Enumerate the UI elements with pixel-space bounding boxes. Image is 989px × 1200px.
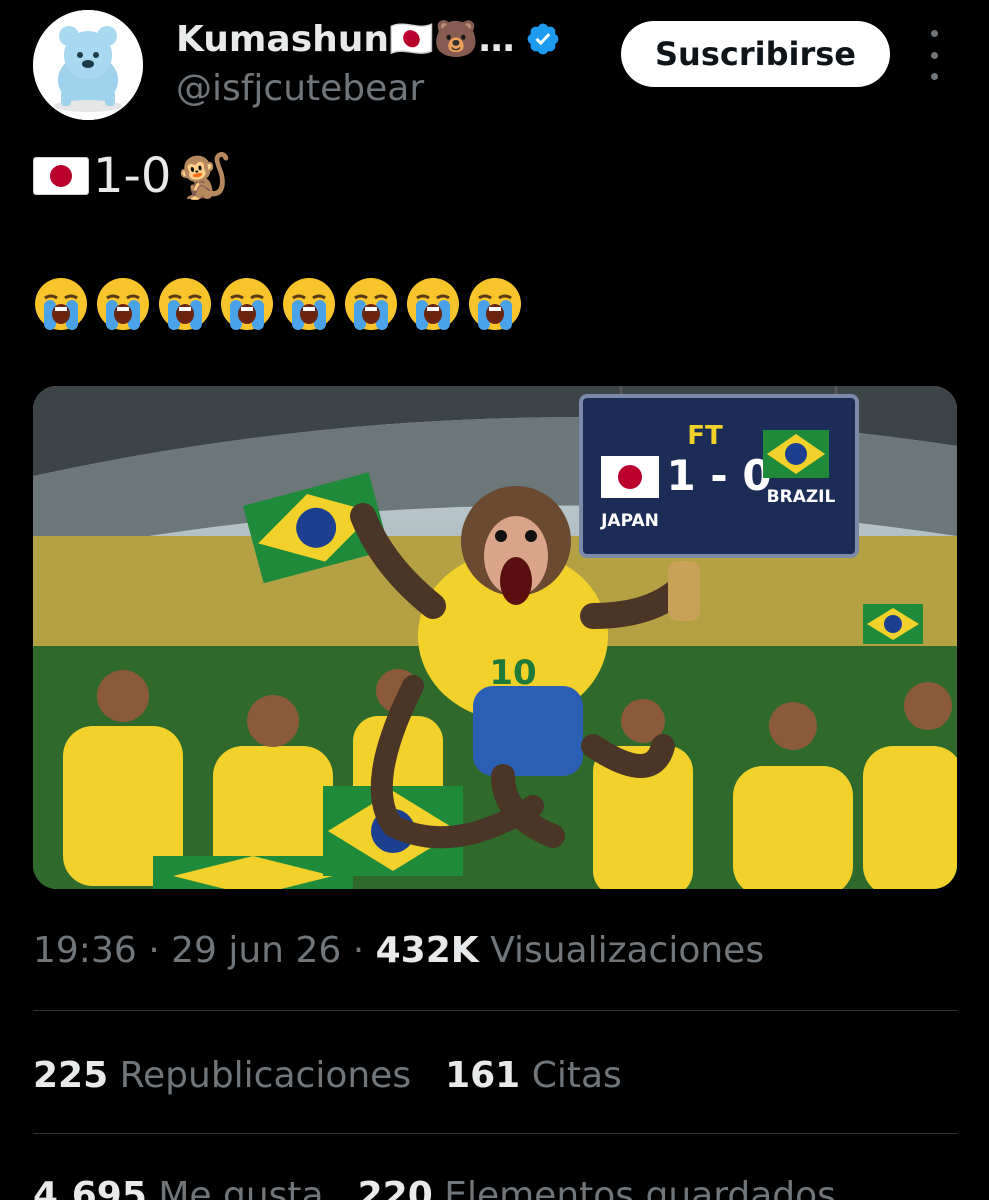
loudly-crying-face-icon [407, 278, 459, 330]
scoreboard-away-team: BRAZIL [767, 487, 836, 507]
stats-row-1: 225 Republicaciones 161 Citas [33, 1055, 622, 1096]
loudly-crying-face-icon [97, 278, 149, 330]
monkey-celebration-image: 10 FT 1 - 0 JAPAN BRAZIL [33, 386, 957, 889]
bookmarks-stat[interactable]: 220 Elementos guardados [358, 1175, 836, 1200]
reposts-label: Republicaciones [119, 1055, 412, 1096]
loudly-crying-face-icon [345, 278, 397, 330]
crying-emoji-row [33, 276, 523, 332]
likes-label: Me gusta [158, 1175, 324, 1200]
jersey-number: 10 [489, 653, 536, 693]
loudly-crying-face-icon [35, 278, 87, 330]
loudly-crying-face-icon [159, 278, 211, 330]
quotes-stat[interactable]: 161 Citas [445, 1055, 622, 1096]
more-options-icon[interactable] [920, 30, 948, 80]
loudly-crying-face-icon [221, 278, 273, 330]
scoreboard-home-team: JAPAN [600, 511, 659, 531]
divider [33, 1133, 957, 1134]
likes-stat[interactable]: 4.695 Me gusta [33, 1175, 324, 1200]
tweet-meta: 19:36 · 29 jun 26 · 432K Visualizaciones [33, 930, 764, 971]
avatar[interactable] [33, 10, 143, 120]
subscribe-button[interactable]: Suscribirse [621, 21, 890, 87]
reposts-count: 225 [33, 1055, 109, 1096]
quotes-label: Citas [531, 1055, 622, 1096]
tweet-text-line1: 1-0 🐒 [33, 148, 232, 204]
scoreboard-score: 1 - 0 [666, 451, 771, 500]
bookmarks-count: 220 [357, 1175, 433, 1200]
tweet-score-text: 1-0 [93, 148, 172, 204]
views-count: 432K [375, 930, 479, 971]
bookmarks-label: Elementos guardados [444, 1175, 836, 1200]
author-name[interactable]: Kumashun🇯🇵🐻… [176, 18, 515, 60]
author-name-row[interactable]: Kumashun🇯🇵🐻… [176, 18, 561, 60]
likes-count: 4.695 [33, 1175, 147, 1200]
author-handle[interactable]: @isfjcutebear [176, 68, 424, 109]
tweet-time[interactable]: 19:36 [33, 930, 137, 971]
scoreboard-status: FT [687, 421, 723, 451]
views-label: Visualizaciones [490, 930, 765, 971]
monkey-emoji-icon: 🐒 [177, 151, 233, 202]
loudly-crying-face-icon [469, 278, 521, 330]
japan-flag-icon [33, 157, 89, 195]
stats-row-2: 4.695 Me gusta 220 Elementos guardados [33, 1175, 836, 1200]
meta-separator: · [352, 930, 365, 971]
tweet-image[interactable]: 10 FT 1 - 0 JAPAN BRAZIL [33, 386, 957, 889]
tweet-page: Kumashun🇯🇵🐻… @isfjcutebear Suscribirse 1… [0, 0, 989, 1200]
tweet-date[interactable]: 29 jun 26 [171, 930, 341, 971]
divider [33, 1010, 957, 1011]
loudly-crying-face-icon [283, 278, 335, 330]
bear-avatar-icon [33, 10, 143, 120]
meta-separator: · [148, 930, 160, 971]
verified-badge-icon [527, 23, 559, 55]
scoreboard: FT 1 - 0 JAPAN BRAZIL [579, 386, 859, 558]
quotes-count: 161 [445, 1055, 521, 1096]
reposts-stat[interactable]: 225 Republicaciones [33, 1055, 411, 1096]
